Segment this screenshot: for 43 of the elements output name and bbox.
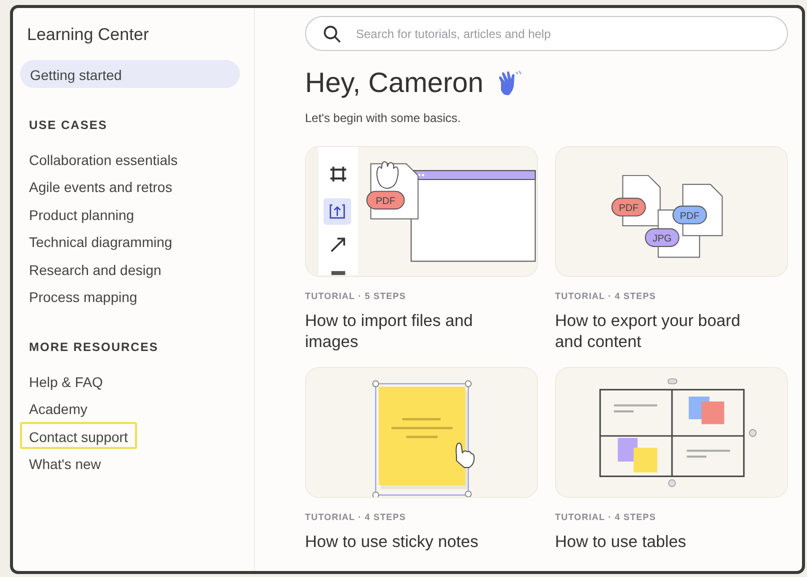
file-tag: PDF — [366, 190, 405, 210]
sidebar-item[interactable]: Academy — [20, 394, 96, 422]
sidebar-item[interactable]: What's new — [20, 449, 110, 476]
tutorial-meta: TUTORIAL · 4 STEPS — [555, 512, 657, 522]
add-row-icon[interactable] — [668, 479, 676, 488]
file-tag: PDF — [611, 198, 646, 216]
table-handle-icon[interactable] — [668, 378, 678, 384]
tutorial-title: How to use tables — [555, 532, 688, 553]
tutorial-meta: TUTORIAL · 4 STEPS — [305, 512, 407, 522]
arrow-tool-icon[interactable] — [330, 238, 346, 252]
sidebar-item[interactable]: Getting started — [20, 60, 240, 88]
file-tag: PDF — [672, 206, 707, 224]
tutorial-card[interactable]: TUTORIAL · 4 STEPS How to use sticky notes — [305, 367, 538, 553]
tool-icon[interactable] — [331, 271, 346, 276]
greeting-title: Hey, Cameron — [305, 66, 484, 100]
sidebar-item[interactable]: Product planning — [20, 200, 144, 227]
waving-hand-icon — [497, 70, 524, 96]
tutorial-card[interactable]: PDF PDF JPG TUTORIAL · 4 STEPS How to export your board and content — [555, 146, 788, 353]
add-column-icon[interactable] — [748, 429, 757, 437]
file-tag: JPG — [644, 228, 680, 247]
sidebar-item[interactable]: Contact support — [20, 422, 137, 449]
sidebar-item[interactable]: Research and design — [20, 254, 170, 282]
tutorial-title: How to export your board and content — [555, 311, 742, 353]
hand-cursor-icon — [456, 442, 475, 468]
frame-tool-icon[interactable] — [329, 166, 348, 182]
tutorial-card[interactable]: TUTORIAL · 4 STEPS How to use tables — [555, 367, 788, 553]
tutorial-title: How to use sticky notes — [305, 532, 480, 553]
tutorial-title: How to import files and images — [305, 311, 474, 353]
search-field[interactable]: Search for tutorials, articles and help — [305, 16, 788, 51]
sidebar-item[interactable]: Agile events and retros — [20, 172, 182, 200]
section-heading: USE CASES — [29, 118, 108, 132]
section-heading: MORE RESOURCES — [29, 340, 160, 354]
sidebar-title: Learning Center — [27, 24, 150, 46]
hand-cursor-icon — [376, 161, 399, 189]
tutorial-meta: TUTORIAL · 5 STEPS — [305, 291, 407, 301]
sidebar-item[interactable]: Technical diagramming — [20, 227, 182, 254]
upload-tool-icon[interactable] — [324, 198, 352, 225]
sidebar-item[interactable]: Help & FAQ — [20, 366, 112, 394]
sidebar-item[interactable]: Collaboration essentials — [20, 144, 187, 172]
tutorial-card[interactable]: PDF TUTORIAL · 5 STEPS How to import files and images — [305, 146, 538, 353]
tutorial-meta: TUTORIAL · 4 STEPS — [555, 291, 657, 301]
greeting-subtitle: Let's begin with some basics. — [305, 111, 462, 125]
sidebar-item[interactable]: Process mapping — [20, 282, 146, 310]
